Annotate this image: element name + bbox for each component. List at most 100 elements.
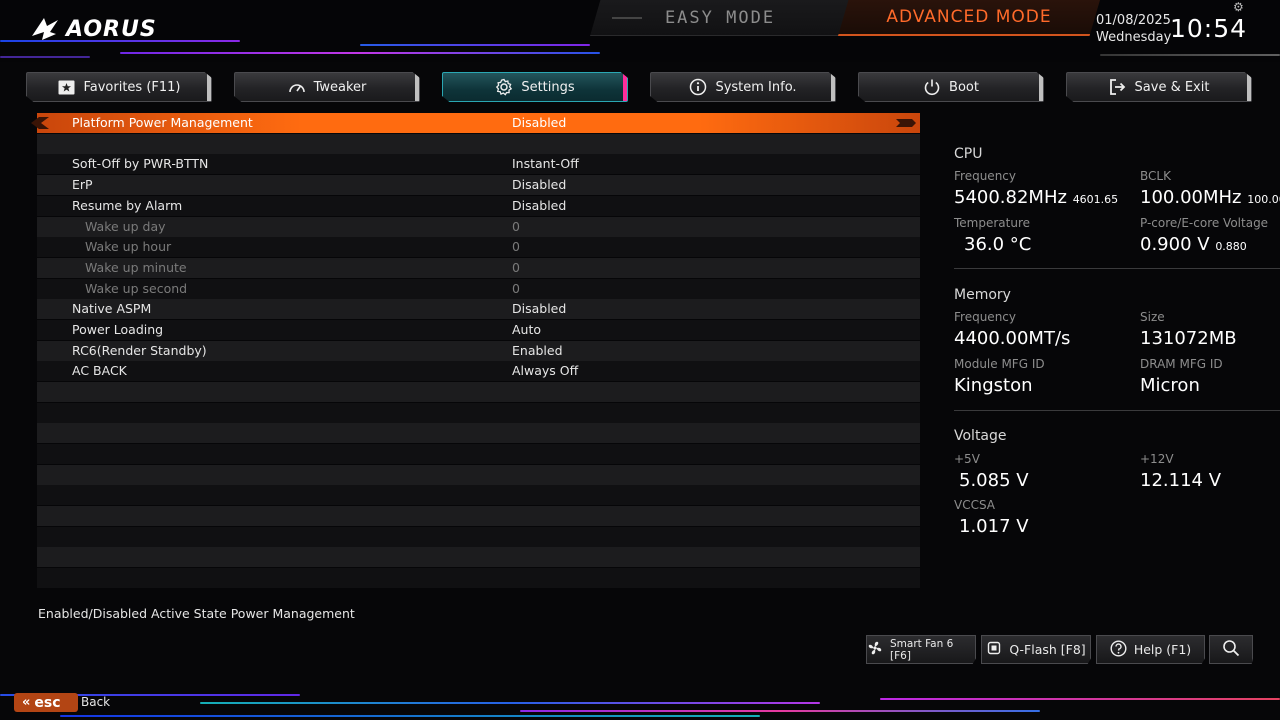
tab-edge — [831, 73, 835, 101]
setting-value: Enabled — [512, 343, 563, 358]
help-button[interactable]: Help (F1) — [1096, 635, 1205, 664]
footer-streak — [200, 702, 820, 704]
footer-streak — [880, 698, 1280, 700]
tab-label: System Info. — [715, 79, 797, 95]
setting-row-disabled: Wake up day 0 — [37, 217, 920, 237]
empty-row — [37, 485, 920, 505]
help-icon — [1110, 639, 1127, 660]
setting-row[interactable]: Soft-Off by PWR-BTTN Instant-Off — [37, 154, 920, 174]
setting-value: Disabled — [512, 198, 567, 213]
setting-label: ErP — [72, 177, 93, 192]
bclk-value: 100.00MHz 100.00 — [1140, 187, 1280, 208]
cpu-frequency-sub: 4601.65 — [1072, 193, 1119, 206]
cpu-frequency-value: 5400.82MHz 4601.65 — [954, 187, 1118, 208]
setting-label: Platform Power Management — [72, 115, 253, 130]
setting-label: Wake up hour — [85, 239, 172, 254]
empty-row — [37, 568, 920, 588]
setting-value: 0 — [512, 239, 520, 254]
setting-row-disabled: Wake up minute 0 — [37, 258, 920, 278]
tab-label: Save & Exit — [1134, 79, 1210, 95]
setting-row[interactable]: Resume by Alarm Disabled — [37, 196, 920, 216]
help-label: Help (F1) — [1133, 642, 1192, 657]
tab-boot[interactable]: Boot — [858, 72, 1044, 102]
exit-icon — [1109, 78, 1127, 96]
v5-value: 5.085 V — [959, 470, 1029, 491]
setting-label: Resume by Alarm — [72, 198, 183, 213]
easy-mode-button[interactable]: EASY MODE — [590, 0, 850, 36]
core-voltage: 0.900 V — [1140, 234, 1210, 255]
setting-label: Wake up day — [85, 219, 166, 234]
tab-settings[interactable]: Settings — [442, 72, 628, 102]
setting-row[interactable]: ErP Disabled — [37, 175, 920, 195]
tab-edge — [1247, 73, 1251, 101]
back-label[interactable]: Back — [81, 695, 110, 709]
power-icon — [923, 78, 941, 96]
setting-row[interactable]: AC BACK Always Off — [37, 361, 920, 381]
v5-label: +5V — [954, 452, 980, 466]
selection-marker-icon — [896, 119, 916, 127]
setting-value: Always Off — [512, 363, 579, 378]
date: 01/08/2025 — [1096, 13, 1171, 28]
module-mfg-value: Kingston — [954, 375, 1033, 396]
tab-edge — [207, 73, 211, 101]
tab-label: Tweaker — [313, 79, 367, 95]
tab-tweaker[interactable]: Tweaker — [234, 72, 420, 102]
header-bar: AORUS EASY MODE ADVANCED MODE 01/08/2025… — [0, 0, 1280, 62]
header-streak — [1100, 54, 1280, 56]
setting-row[interactable]: Native ASPM Disabled — [37, 299, 920, 319]
footer-decoration — [0, 688, 1280, 720]
setting-label: Wake up second — [85, 281, 188, 296]
tab-save-exit[interactable]: Save & Exit — [1066, 72, 1252, 102]
smart-fan-label: Smart Fan 6 [F6] — [890, 637, 954, 662]
star-folder-icon — [57, 78, 75, 96]
esc-button[interactable]: « esc — [14, 693, 78, 712]
brand-name: AORUS — [66, 16, 157, 42]
setting-label: Wake up minute — [85, 260, 187, 275]
setting-row[interactable]: Power Loading Auto — [37, 320, 920, 340]
voltage-section-title: Voltage — [954, 428, 1007, 444]
search-button[interactable] — [1209, 635, 1253, 664]
tab-label: Boot — [949, 79, 979, 95]
empty-row — [37, 465, 920, 485]
cpu-temperature-value: 36.0 °C — [964, 234, 1032, 255]
empty-row — [37, 444, 920, 464]
setting-label: AC BACK — [72, 363, 127, 378]
memory-frequency-value: 4400.00MT/s — [954, 328, 1071, 349]
main-tabs: Favorites (F11) Tweaker Settings System … — [26, 72, 1256, 104]
settings-list: Platform Power Management Disabled Soft-… — [31, 113, 920, 589]
empty-row — [37, 423, 920, 443]
vccsa-value: 1.017 V — [959, 516, 1029, 537]
setting-row-disabled: Wake up hour 0 — [37, 237, 920, 257]
setting-value: Disabled — [512, 301, 567, 316]
core-voltage-sub: 0.880 — [1215, 240, 1247, 253]
q-flash-button[interactable]: Q-Flash [F8] — [981, 635, 1091, 664]
advanced-mode-button[interactable]: ADVANCED MODE — [838, 0, 1100, 36]
mode-dash — [612, 17, 642, 19]
tab-edge — [623, 73, 627, 101]
settings-gear-icon[interactable]: ⚙ — [1233, 0, 1244, 14]
empty-row — [37, 506, 920, 526]
setting-label: Power Loading — [72, 322, 164, 337]
setting-row-platform-power-management[interactable]: Platform Power Management Disabled — [31, 113, 920, 133]
date-display: 01/08/2025 Wednesday — [1096, 12, 1171, 46]
setting-value: Instant-Off — [512, 156, 579, 171]
setting-row[interactable]: RC6(Render Standby) Enabled — [37, 341, 920, 361]
module-mfg-label: Module MFG ID — [954, 357, 1045, 371]
v12-label: +12V — [1140, 452, 1174, 466]
setting-row-disabled: Wake up second 0 — [37, 279, 920, 299]
info-icon — [689, 78, 707, 96]
setting-value: Disabled — [512, 177, 567, 192]
selection-marker-icon — [31, 117, 49, 129]
tab-system-info[interactable]: System Info. — [650, 72, 836, 102]
tab-favorites[interactable]: Favorites (F11) — [26, 72, 212, 102]
esc-label: esc — [34, 694, 61, 711]
tab-label: Settings — [521, 79, 575, 95]
v12-value: 12.114 V — [1140, 470, 1222, 491]
smart-fan-button[interactable]: Smart Fan 6 [F6] — [866, 635, 976, 664]
aorus-logo: AORUS — [30, 14, 157, 44]
search-icon — [1222, 639, 1240, 660]
core-voltage-label: P-core/E-core Voltage — [1140, 216, 1269, 230]
header-streak — [360, 44, 590, 46]
dram-mfg-label: DRAM MFG ID — [1140, 357, 1223, 371]
double-chevron-left-icon: « — [22, 695, 31, 710]
